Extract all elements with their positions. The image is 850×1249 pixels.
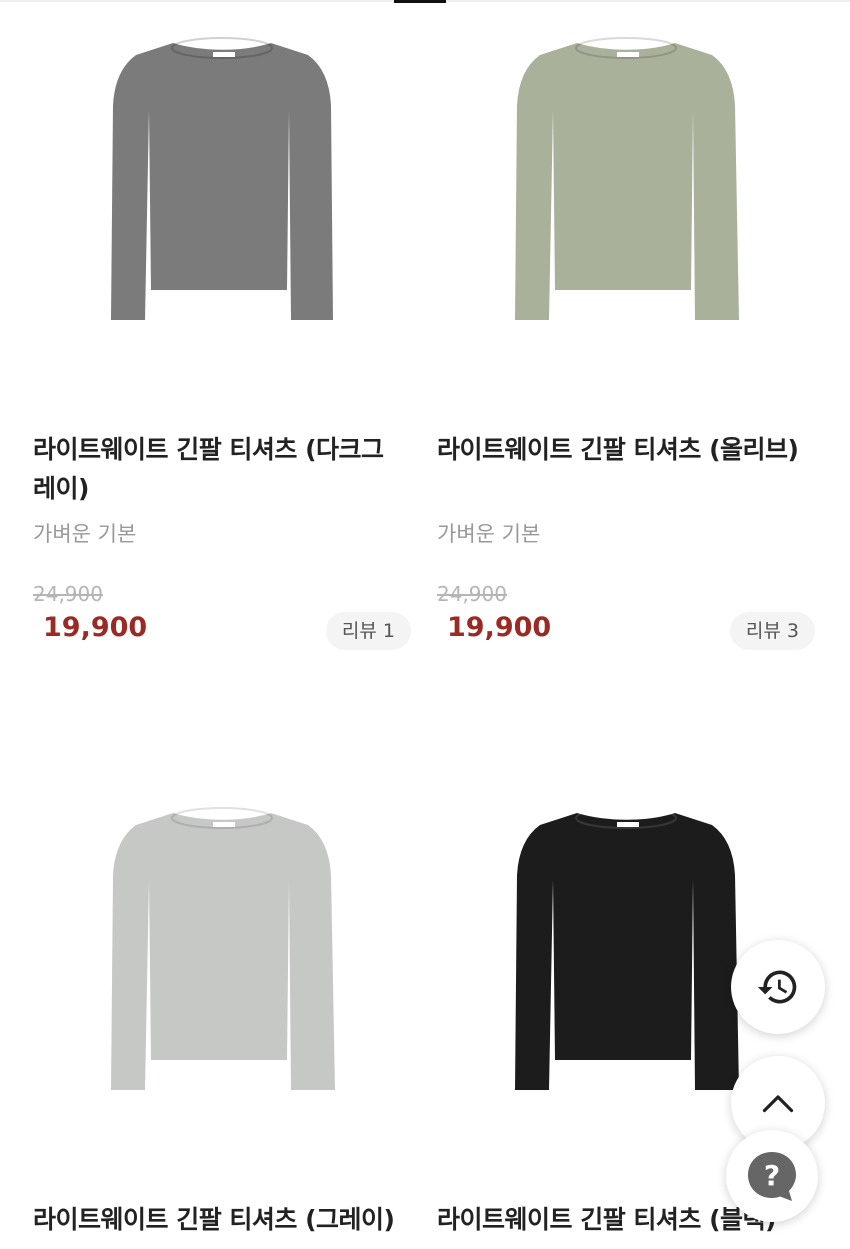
product-title[interactable]: 라이트웨이트 긴팔 티셔츠 (올리브) bbox=[437, 430, 807, 469]
sale-price: 19,900 bbox=[43, 612, 148, 643]
shirt-shape bbox=[111, 43, 333, 320]
chevron-up-icon bbox=[762, 1095, 794, 1113]
product-title[interactable]: 라이트웨이트 긴팔 티셔츠 (그레이) bbox=[33, 1200, 403, 1239]
original-price: 24,900 bbox=[437, 582, 507, 606]
original-price: 24,900 bbox=[33, 582, 103, 606]
product-card-gray[interactable]: 라이트웨이트 긴팔 티셔츠 (그레이) bbox=[33, 770, 413, 1249]
product-image[interactable] bbox=[437, 0, 817, 380]
product-title[interactable]: 라이트웨이트 긴팔 티셔츠 (다크그레이) bbox=[33, 430, 403, 508]
product-image[interactable] bbox=[33, 0, 413, 380]
product-card-dark-gray[interactable]: 라이트웨이트 긴팔 티셔츠 (다크그레이) 가벼운 기본 24,900 19,9… bbox=[33, 0, 413, 660]
review-count-badge[interactable]: 리뷰 3 bbox=[729, 612, 815, 650]
product-subtitle: 가벼운 기본 bbox=[33, 522, 137, 546]
review-count-badge[interactable]: 리뷰 1 bbox=[325, 612, 411, 650]
history-icon bbox=[757, 970, 797, 1004]
product-subtitle: 가벼운 기본 bbox=[437, 522, 541, 546]
shirt-shape bbox=[515, 813, 739, 1090]
sale-price: 19,900 bbox=[447, 612, 552, 643]
shirt-shape bbox=[111, 813, 335, 1090]
product-card-olive[interactable]: 라이트웨이트 긴팔 티셔츠 (올리브) 가벼운 기본 24,900 19,900… bbox=[437, 0, 817, 660]
shirt-shape bbox=[515, 43, 739, 320]
customer-help-button[interactable]: ? bbox=[726, 1130, 818, 1222]
product-image[interactable] bbox=[33, 770, 413, 1150]
recently-viewed-button[interactable] bbox=[731, 940, 825, 1034]
question-bubble-icon: ? bbox=[748, 1152, 796, 1201]
svg-text:?: ? bbox=[764, 1159, 780, 1192]
